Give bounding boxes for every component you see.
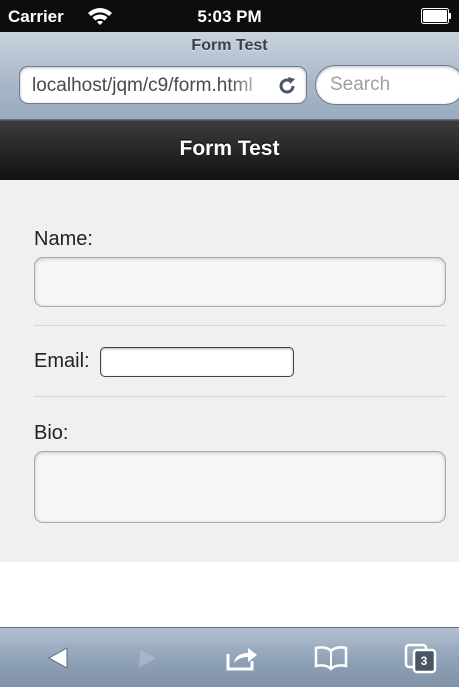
forward-arrow-icon[interactable]: [135, 646, 161, 670]
name-label: Name:: [34, 228, 93, 250]
bio-textarea[interactable]: [34, 451, 446, 523]
email-input[interactable]: [100, 347, 294, 377]
form-content: Name: Email: Bio:: [0, 180, 459, 562]
tabs-count: 3: [420, 654, 428, 668]
bottom-toolbar: 3: [0, 627, 459, 687]
back-arrow-icon[interactable]: [45, 646, 71, 670]
tabs-button[interactable]: 3: [390, 628, 450, 688]
url-field[interactable]: localhost/jqm/c9/form.html: [19, 66, 307, 104]
status-bar: Carrier 5:03 PM: [0, 0, 459, 32]
divider: [34, 325, 446, 326]
status-time: 5:03 PM: [197, 7, 262, 26]
share-button[interactable]: [212, 628, 272, 688]
bookmarks-button[interactable]: [301, 628, 361, 688]
bio-label: Bio:: [34, 422, 69, 444]
browser-page-title: Form Test: [191, 37, 268, 54]
name-input[interactable]: [34, 257, 446, 307]
tabs-icon[interactable]: 3: [402, 641, 438, 675]
battery-icon: [421, 8, 451, 24]
browser-chrome: Form Test localhost/jqm/c9/form.html: [0, 32, 459, 120]
app-header: Form Test: [0, 120, 459, 180]
bookmarks-icon[interactable]: [313, 645, 349, 671]
email-label: Email:: [34, 350, 90, 372]
url-text[interactable]: localhost/jqm/c9/form.html: [32, 75, 272, 97]
divider: [34, 396, 446, 397]
back-button[interactable]: [28, 628, 88, 688]
search-input[interactable]: [315, 65, 459, 105]
share-icon[interactable]: [225, 644, 259, 672]
reload-icon[interactable]: [275, 74, 299, 98]
forward-button[interactable]: [118, 628, 178, 688]
page-title: Form Test: [179, 137, 280, 160]
